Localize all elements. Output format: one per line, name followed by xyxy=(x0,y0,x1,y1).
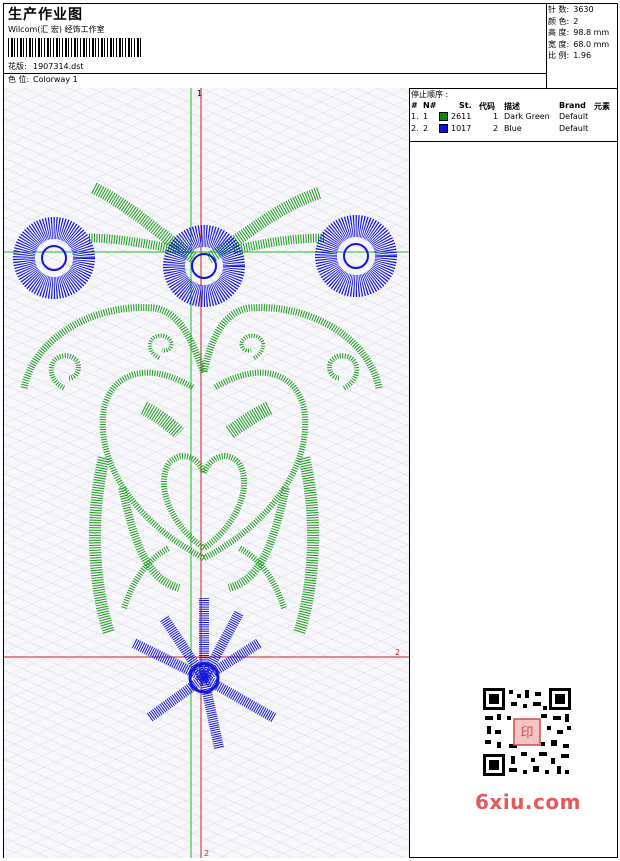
green-scroll-right xyxy=(200,304,383,389)
studio-name: Wilcom(汇 宏) 经饰工作室 xyxy=(8,25,105,34)
green-petal-left xyxy=(140,401,184,439)
blue-flower-right xyxy=(315,215,397,297)
watermark-text: 6xiu.com xyxy=(475,790,581,814)
barcode xyxy=(8,38,141,57)
qr-code: 印 xyxy=(471,682,583,782)
color-swatch-blue xyxy=(439,124,448,133)
row-needle: 1 xyxy=(423,112,429,121)
colorway-value: Colorway 1 xyxy=(33,75,78,84)
design-label: 花版: xyxy=(8,62,27,71)
green-band-right xyxy=(232,233,325,255)
stop-sequence-panel: 停止顺序 : # N# St. 代码 描述 Brand 元素 1. 1 2611… xyxy=(409,88,618,135)
header-num: # xyxy=(411,101,418,110)
row-st: 2611 xyxy=(451,112,472,121)
colorway-label: 色 位: xyxy=(8,75,30,84)
qr-code-graphic: 印 xyxy=(481,686,573,778)
green-curl-right xyxy=(327,353,360,391)
green-heart-inner xyxy=(161,453,247,552)
stat-ratio: 比 例: 1.96 xyxy=(548,51,592,60)
header-divider xyxy=(3,73,546,74)
green-leaf-side-left xyxy=(88,456,115,635)
header-brand: Brand xyxy=(559,101,586,110)
stat-stitches: 针 数: 3630 xyxy=(548,5,594,14)
stop-row-2[interactable]: 2. 2 1017 2 Blue Default xyxy=(409,123,618,135)
stat-colors: 颜 色: 2 xyxy=(548,16,579,26)
green-heart-outer-right xyxy=(202,369,309,561)
embroidery-design-canvas: 1 2 2 xyxy=(4,88,409,858)
qr-stamp-text: 印 xyxy=(520,726,533,741)
row-brand: Default xyxy=(559,112,589,121)
color-swatch-green xyxy=(439,112,448,121)
page-title: 生产作业图 xyxy=(8,7,83,23)
green-curl-left xyxy=(48,353,81,391)
stats-divider xyxy=(546,3,547,88)
row-desc: Dark Green xyxy=(504,112,550,121)
row-st: 1017 xyxy=(451,124,472,133)
stats-panel: 针 数: 3630 颜 色: 2 高 度: 98.8 mm 宽 度: 68.0 mm 比… xyxy=(548,4,618,62)
row-num: 2. xyxy=(411,124,419,133)
green-frond-right xyxy=(227,487,290,592)
row-desc: Blue xyxy=(504,124,522,133)
green-leaf-side-right xyxy=(293,456,320,635)
row-needle: 2 xyxy=(423,124,429,133)
row-num: 1. xyxy=(411,112,419,121)
panel-table-bottom xyxy=(409,141,618,142)
stop-sequence-title: 停止顺序 : xyxy=(411,90,449,99)
embroidery-design: 1 2 2 xyxy=(4,88,409,858)
green-scroll-left xyxy=(20,304,208,389)
stop-row-1[interactable]: 1. 1 2611 1 Dark Green Default xyxy=(409,111,618,123)
row-code: 1 xyxy=(493,112,499,121)
green-petal-right xyxy=(224,401,273,439)
green-curl-inner-right xyxy=(239,333,265,360)
blue-elements xyxy=(13,215,397,750)
blue-flower-left xyxy=(13,217,95,299)
row-code: 2 xyxy=(493,124,499,133)
header-st: St. xyxy=(459,101,472,110)
marker-bottom-two: 2 xyxy=(204,849,209,858)
green-curl-inner-left xyxy=(148,333,174,360)
stop-sequence-header: # N# St. 代码 描述 Brand 元素 xyxy=(409,100,618,111)
design-file: 1907314.dst xyxy=(33,62,84,71)
panel-divider xyxy=(409,88,410,858)
stat-width: 宽 度: 68.0 mm xyxy=(548,39,610,49)
marker-top-one: 1 xyxy=(197,89,202,98)
stat-height: 高 度: 98.8 mm xyxy=(548,28,610,37)
header-needle: N# xyxy=(423,101,437,110)
row-brand: Default xyxy=(559,124,589,133)
blue-flower-bottom xyxy=(131,598,277,750)
green-heart-outer-left xyxy=(99,369,206,561)
marker-right-two: 2 xyxy=(395,648,400,657)
